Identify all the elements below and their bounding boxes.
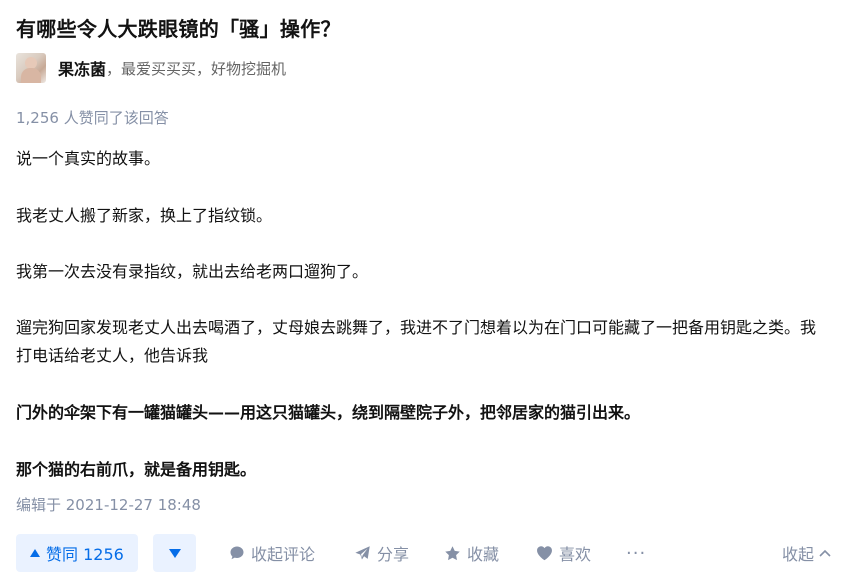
content-paragraph-bold: 门外的伞架下有一罐猫罐头——用这只猫罐头，绕到隔壁院子外，把邻居家的猫引出来。 xyxy=(16,403,641,422)
favorite-button[interactable]: 收藏 xyxy=(444,534,499,572)
vote-up-label: 赞同 1256 xyxy=(46,545,124,564)
content-paragraph: 说一个真实的故事。 xyxy=(16,149,161,168)
like-button[interactable]: 喜欢 xyxy=(536,534,591,572)
triangle-up-icon xyxy=(30,549,40,557)
paper-plane-icon xyxy=(355,545,370,560)
chevron-up-icon xyxy=(819,549,831,557)
content-paragraph: 我第一次去没有录指纹，就出去给老两口遛狗了。 xyxy=(16,262,369,281)
collapse-button[interactable]: 收起 xyxy=(782,534,831,572)
avatar[interactable] xyxy=(16,53,46,83)
vote-count-summary: 1,256 人赞同了该回答 xyxy=(16,109,169,127)
collapse-label: 收起 xyxy=(781,545,814,564)
author-info: 果冻菌 ，最爱买买买，好物挖掘机 xyxy=(16,52,286,84)
share-button[interactable]: 分享 xyxy=(354,534,409,572)
star-icon xyxy=(445,545,460,560)
content-paragraph: 我老丈人搬了新家，换上了指纹锁。 xyxy=(16,206,273,225)
heart-icon xyxy=(537,546,552,561)
comment-label: 收起评论 xyxy=(251,545,316,564)
question-title[interactable]: 有哪些令人大跌眼镜的「骚」操作？ xyxy=(16,13,341,42)
content-paragraph-bold: 那个猫的右前爪，就是备用钥匙。 xyxy=(16,460,257,479)
favorite-label: 收藏 xyxy=(467,545,500,564)
comment-button[interactable]: 收起评论 xyxy=(229,534,315,572)
edit-timestamp[interactable]: 编辑于 2021-12-27 18:48 xyxy=(16,494,201,515)
share-label: 分享 xyxy=(377,545,410,564)
triangle-down-icon xyxy=(168,548,181,558)
vote-up-button[interactable]: 赞同 1256 xyxy=(16,534,138,572)
content-paragraph: 遛完狗回家发现老丈人出去喝酒了，丈母娘去跳舞了，我进不了门想着以为在门口可能藏了… xyxy=(16,318,817,365)
vote-down-button[interactable] xyxy=(153,534,196,572)
action-bar: 赞同 1256 收起评论 分享 收藏 喜欢 ··· 收起 xyxy=(16,534,831,572)
author-name[interactable]: 果冻菌 xyxy=(58,56,106,80)
answer-card: 有哪些令人大跌眼镜的「骚」操作？ 果冻菌 ，最爱买买买，好物挖掘机 1,256 … xyxy=(0,0,847,579)
comment-bubble-icon xyxy=(230,546,244,560)
author-bio: ，最爱买买买，好物挖掘机 xyxy=(106,59,287,78)
like-label: 喜欢 xyxy=(559,545,592,564)
more-button[interactable]: ··· xyxy=(626,534,646,572)
